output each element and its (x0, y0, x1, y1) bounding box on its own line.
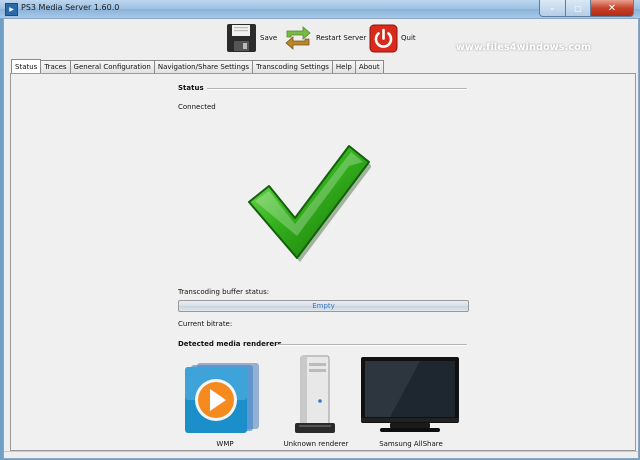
close-icon: ✕ (607, 2, 617, 14)
tab-bar: Status Traces General Configuration Navi… (11, 59, 384, 73)
renderers-section-title: Detected media renderers (178, 340, 282, 348)
renderer-label-wmp: WMP (216, 440, 234, 448)
floppy-disk-icon (227, 24, 256, 52)
app-icon: ▶ (5, 3, 18, 16)
toolbar: Save Restart Server Quit www.files4windo… (4, 19, 638, 59)
restart-server-button[interactable]: Restart Server (283, 22, 366, 54)
current-bitrate-label: Current bitrate: (178, 320, 233, 328)
pc-tower-icon[interactable] (293, 355, 337, 435)
status-section-title: Status (178, 84, 204, 92)
tab-about[interactable]: About (354, 60, 384, 73)
close-button[interactable]: ✕ (591, 0, 634, 17)
buffer-status-label: Transcoding buffer status: (178, 288, 270, 296)
maximize-button[interactable]: □ (566, 0, 591, 17)
transcoding-buffer-bar: Empty (178, 300, 469, 312)
main-area: Save Restart Server Quit www.files4windo… (3, 18, 639, 459)
tab-status[interactable]: Status (11, 59, 42, 73)
minimize-button[interactable]: – (539, 0, 566, 17)
renderer-label-samsung: Samsung AllShare (379, 440, 443, 448)
restart-server-label: Restart Server (316, 34, 367, 42)
window-title: PS3 Media Server 1.60.0 (21, 3, 120, 12)
status-bar (4, 451, 638, 459)
app-window: ▶ PS3 Media Server 1.60.0 – □ ✕ Save Res… (0, 0, 640, 460)
window-controls: – □ ✕ (539, 0, 634, 17)
renderer-label-unknown: Unknown renderer (283, 440, 349, 448)
power-icon (369, 24, 398, 52)
save-label: Save (260, 34, 278, 42)
status-panel: Status Connected Transcoding buffer stat… (10, 73, 636, 451)
tab-transcoding-settings[interactable]: Transcoding Settings (252, 60, 333, 73)
maximize-icon: □ (574, 3, 582, 13)
quit-button[interactable]: Quit (369, 22, 416, 54)
buffer-status-text: Empty (312, 302, 335, 310)
watermark-text: www.files4windows.com (456, 42, 592, 53)
minimize-icon: – (550, 3, 555, 13)
wmp-icon[interactable] (183, 359, 267, 435)
tab-general-configuration[interactable]: General Configuration (69, 60, 155, 73)
connection-status: Connected (178, 103, 216, 111)
status-divider (207, 88, 467, 90)
renderers-divider (276, 344, 467, 346)
save-button[interactable]: Save (226, 22, 277, 54)
quit-label: Quit (401, 34, 416, 42)
tab-help[interactable]: Help (331, 60, 356, 73)
title-bar[interactable]: ▶ PS3 Media Server 1.60.0 – □ ✕ (0, 0, 640, 18)
tab-traces[interactable]: Traces (40, 60, 71, 73)
restart-arrows-icon (285, 26, 311, 50)
checkmark-icon (248, 145, 371, 262)
tab-navigation-share-settings[interactable]: Navigation/Share Settings (153, 60, 254, 73)
tv-icon[interactable] (360, 356, 460, 434)
